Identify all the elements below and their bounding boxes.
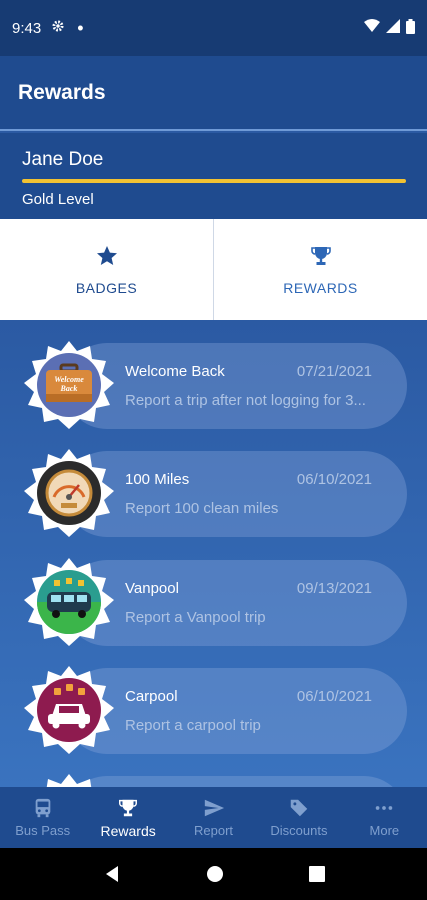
nav-more[interactable]: More xyxy=(342,787,427,848)
profile-section: Jane Doe Gold Level xyxy=(0,133,427,219)
level-progress-bar xyxy=(22,179,406,183)
tab-rewards-label: REWARDS xyxy=(283,279,358,296)
nav-more-label: More xyxy=(369,823,400,838)
bus-icon xyxy=(35,798,51,818)
svg-text:Welcome: Welcome xyxy=(54,375,84,384)
badge-description: Report a carpool trip xyxy=(125,717,261,734)
star-icon xyxy=(96,245,117,265)
badge-card-background xyxy=(64,668,407,754)
nav-discounts-label: Discounts xyxy=(270,823,328,838)
tab-badges-label: BADGES xyxy=(75,279,138,296)
badge-description: Report 100 clean miles xyxy=(125,500,279,517)
notification-dot-icon: • xyxy=(77,18,84,38)
send-icon xyxy=(204,799,224,817)
app-bar: Rewards xyxy=(0,56,427,131)
system-navigation-bar xyxy=(0,848,427,900)
user-name: Jane Doe xyxy=(22,149,104,170)
tag-icon xyxy=(290,799,308,817)
badge-title: Vanpool xyxy=(125,580,179,597)
signal-icon xyxy=(386,19,400,37)
gear-icon xyxy=(51,19,65,37)
page-title: Rewards xyxy=(18,80,106,104)
wifi-icon xyxy=(364,19,380,37)
badge-date: 06/10/2021 xyxy=(296,471,372,488)
badge-card-background xyxy=(64,343,407,429)
badge-card-carpool[interactable]: Carpool 06/10/2021 Report a carpool trip xyxy=(24,666,407,754)
badge-title: Welcome Back xyxy=(125,363,225,380)
badge-card-partial[interactable] xyxy=(24,774,407,787)
nav-report-label: Report xyxy=(194,823,234,838)
badge-title: Carpool xyxy=(125,688,178,705)
trophy-icon xyxy=(310,246,331,265)
speedometer-icon xyxy=(24,449,114,537)
svg-text:Back: Back xyxy=(60,384,78,393)
trophy-icon xyxy=(119,799,138,816)
user-level: Gold Level xyxy=(22,191,94,208)
nav-rewards-label: Rewards xyxy=(100,822,156,839)
more-icon xyxy=(376,806,393,810)
nav-bus-pass-label: Bus Pass xyxy=(15,823,71,838)
badge-card-welcome-back[interactable]: Welcome Back Welcome Back 07/21/2021 Rep… xyxy=(24,341,407,429)
tab-rewards[interactable]: REWARDS xyxy=(213,219,427,320)
tab-bar: BADGES REWARDS xyxy=(0,219,427,320)
status-bar: 9:43 • xyxy=(0,0,427,56)
badge-date: 09/13/2021 xyxy=(296,580,372,597)
suitcase-icon: Welcome Back xyxy=(24,341,114,429)
badge-card-background xyxy=(64,451,407,537)
nav-report[interactable]: Report xyxy=(171,787,256,848)
car-icon xyxy=(24,666,114,754)
badge-date: 07/21/2021 xyxy=(296,363,372,380)
bottom-navigation: Bus Pass Rewards Report Discounts More xyxy=(0,787,427,848)
badge-list[interactable]: Welcome Back Welcome Back 07/21/2021 Rep… xyxy=(0,320,427,787)
battery-icon xyxy=(406,18,415,38)
home-icon[interactable] xyxy=(206,865,224,883)
badge-card-vanpool[interactable]: Vanpool 09/13/2021 Report a Vanpool trip xyxy=(24,558,407,646)
tab-badges[interactable]: BADGES xyxy=(0,219,213,320)
badge-card-100-miles[interactable]: 100 Miles 06/10/2021 Report 100 clean mi… xyxy=(24,449,407,537)
recents-icon[interactable] xyxy=(308,866,325,882)
nav-rewards[interactable]: Rewards xyxy=(85,787,170,848)
badge-card-background xyxy=(64,560,407,646)
status-time: 9:43 xyxy=(12,19,42,37)
nav-bus-pass[interactable]: Bus Pass xyxy=(0,787,85,848)
badge-description: Report a Vanpool trip xyxy=(125,609,266,626)
van-icon xyxy=(24,558,114,646)
badge-title: 100 Miles xyxy=(125,471,190,488)
badge-date: 06/10/2021 xyxy=(296,688,372,705)
badge-icon xyxy=(46,774,92,787)
badge-description: Report a trip after not logging for 3... xyxy=(125,392,366,409)
back-icon[interactable] xyxy=(103,865,121,883)
nav-discounts[interactable]: Discounts xyxy=(256,787,341,848)
badge-card-background xyxy=(64,776,407,787)
